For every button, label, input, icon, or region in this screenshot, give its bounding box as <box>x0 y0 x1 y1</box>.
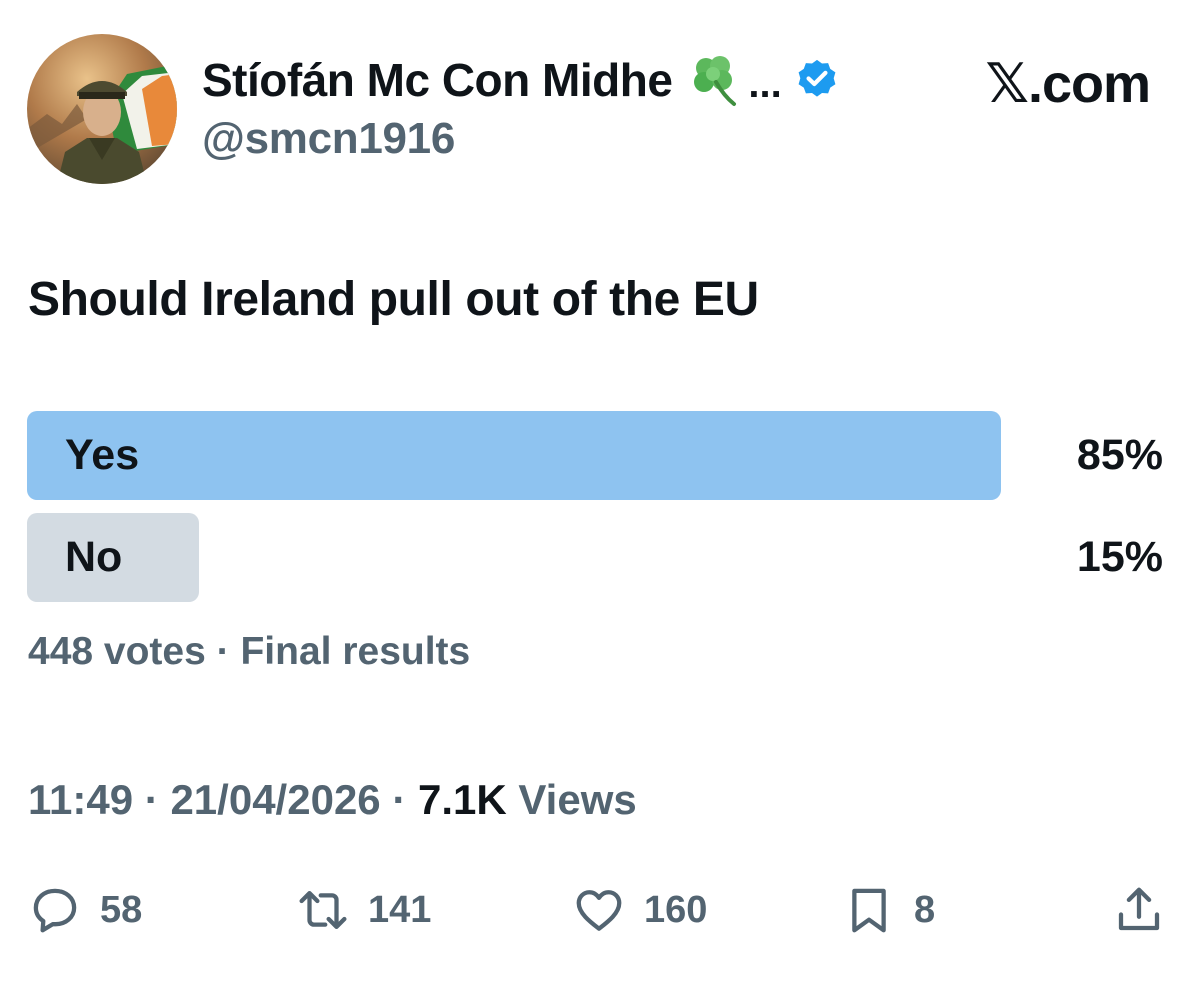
poll-option-percent: 85% <box>1076 431 1163 479</box>
poll-option-no: No 15% <box>27 513 1177 602</box>
author-handle[interactable]: @smcn1916 <box>202 114 455 164</box>
post-action-bar: 58 141 160 8 <box>0 875 1200 945</box>
reply-button[interactable]: 58 <box>28 875 142 945</box>
poll-result-bar <box>27 411 1001 500</box>
name-truncation-ellipsis: ... <box>748 61 782 106</box>
x-brand-watermark: 𝕏.com <box>985 54 1151 114</box>
poll-meta: 448 votes · Final results <box>28 630 470 674</box>
author-name-row[interactable]: Stíofán Mc Con Midhe ... <box>202 50 840 110</box>
poll-question: Should Ireland pull out of the EU <box>28 273 759 326</box>
poll-option-yes: Yes 85% <box>27 411 1177 500</box>
author-display-name[interactable]: Stíofán Mc Con Midhe <box>202 53 673 107</box>
retweet-count: 141 <box>368 888 432 931</box>
retweet-button[interactable]: 141 <box>296 875 431 945</box>
bookmark-count: 8 <box>914 888 936 931</box>
post-time[interactable]: 11:49 <box>28 776 133 823</box>
bookmark-icon <box>852 888 886 933</box>
reply-icon <box>33 888 77 933</box>
bookmark-button[interactable]: 8 <box>842 875 935 945</box>
verified-badge-icon[interactable] <box>794 57 840 103</box>
author-avatar[interactable] <box>27 34 177 184</box>
poll-vote-count: 448 votes <box>28 630 206 673</box>
retweet-icon <box>299 890 347 930</box>
post-timestamp-row: 11:49 · 21/04/2026 · 7.1K Views <box>28 776 637 824</box>
separator-dot: · <box>144 776 159 823</box>
separator-dot: · <box>392 776 407 823</box>
post-date[interactable]: 21/04/2026 <box>170 776 380 823</box>
shamrock-icon <box>694 56 737 106</box>
reply-count: 58 <box>100 888 143 931</box>
poll-option-percent: 15% <box>1076 533 1163 581</box>
poll-option-label: No <box>65 533 123 581</box>
share-button[interactable] <box>1112 875 1166 945</box>
share-icon <box>1118 887 1160 931</box>
like-button[interactable]: 160 <box>572 875 707 945</box>
views-label: Views <box>518 776 637 823</box>
heart-icon <box>576 890 622 931</box>
views-count: 7.1K <box>418 776 507 823</box>
poll-option-label: Yes <box>65 431 140 479</box>
separator-dot: · <box>216 630 230 673</box>
poll-status: Final results <box>240 630 471 673</box>
avatar-portrait <box>27 34 177 184</box>
like-count: 160 <box>644 888 708 931</box>
